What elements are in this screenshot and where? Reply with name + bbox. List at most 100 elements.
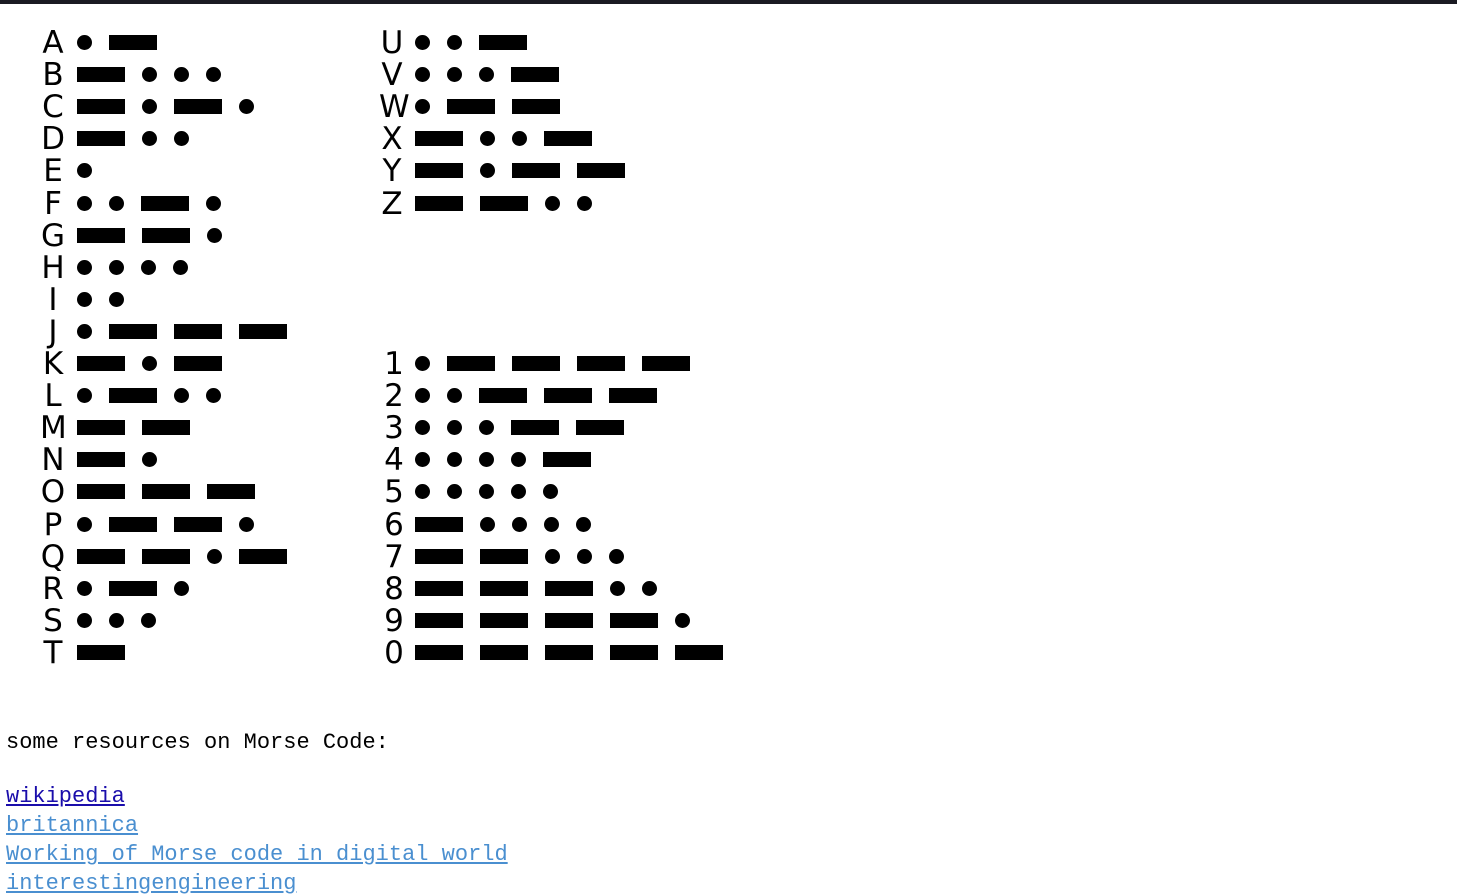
- dash-icon: [544, 131, 592, 147]
- dot-icon: [174, 580, 189, 596]
- morse-char-q: Q: [40, 538, 66, 575]
- morse-char-2: 2: [384, 378, 404, 415]
- dash-icon: [577, 163, 625, 179]
- dot-icon: [415, 484, 430, 500]
- dash-icon: [77, 548, 125, 564]
- dot-icon: [480, 516, 495, 532]
- dot-icon: [77, 195, 92, 211]
- dash-icon: [77, 484, 125, 500]
- morse-char-b: B: [42, 57, 64, 94]
- morse-char-6: 6: [384, 506, 404, 543]
- morse-char-a: A: [42, 25, 64, 61]
- dash-icon: [576, 420, 624, 436]
- dot-icon: [447, 388, 462, 404]
- dash-icon: [415, 548, 463, 564]
- dash-icon: [109, 516, 157, 532]
- dash-icon: [109, 580, 157, 596]
- dot-icon: [77, 35, 92, 50]
- morse-char-0: 0: [384, 634, 404, 671]
- dash-icon: [142, 420, 190, 436]
- link-interestingengineering[interactable]: interestingengineering: [6, 869, 508, 895]
- dot-icon: [447, 420, 462, 436]
- dot-icon: [207, 227, 222, 243]
- dot-icon: [77, 259, 92, 275]
- morse-char-u: U: [380, 25, 404, 61]
- dot-icon: [610, 580, 625, 596]
- dot-icon: [480, 131, 495, 147]
- dot-icon: [479, 484, 494, 500]
- dash-icon: [675, 644, 723, 660]
- dash-icon: [77, 131, 125, 147]
- dash-icon: [77, 67, 125, 83]
- dot-icon: [447, 35, 462, 50]
- dash-icon: [174, 99, 222, 115]
- dot-icon: [239, 516, 254, 532]
- dash-icon: [142, 484, 190, 500]
- morse-char-1: 1: [384, 346, 404, 382]
- dot-icon: [415, 420, 430, 436]
- dot-icon: [142, 67, 157, 83]
- dot-icon: [77, 580, 92, 596]
- resources-title: some resources on Morse Code:: [6, 730, 389, 755]
- dash-icon: [109, 35, 157, 50]
- dot-icon: [447, 67, 462, 83]
- dot-icon: [239, 99, 254, 115]
- dot-icon: [415, 452, 430, 468]
- dash-icon: [77, 99, 125, 115]
- dot-icon: [609, 548, 624, 564]
- morse-char-5: 5: [384, 474, 404, 511]
- dot-icon: [142, 452, 157, 468]
- dash-icon: [174, 516, 222, 532]
- dash-icon: [447, 356, 495, 371]
- dot-icon: [479, 420, 494, 436]
- dot-icon: [543, 484, 558, 500]
- dash-icon: [511, 67, 559, 83]
- dash-icon: [207, 484, 255, 500]
- morse-char-m: M: [40, 410, 67, 447]
- dot-icon: [109, 612, 124, 628]
- dot-icon: [142, 131, 157, 147]
- morse-char-3: 3: [384, 410, 404, 447]
- dot-icon: [642, 580, 657, 596]
- dash-icon: [480, 644, 528, 660]
- dash-icon: [415, 580, 463, 596]
- morse-char-d: D: [41, 121, 65, 158]
- dot-icon: [545, 195, 560, 211]
- dash-icon: [512, 163, 560, 179]
- dash-icon: [415, 131, 463, 147]
- dot-icon: [415, 356, 430, 371]
- dash-icon: [479, 388, 527, 404]
- dot-icon: [141, 259, 156, 275]
- dot-icon: [206, 195, 221, 211]
- dash-icon: [610, 612, 658, 628]
- morse-char-r: R: [42, 570, 64, 607]
- morse-char-k: K: [42, 346, 64, 382]
- dash-icon: [109, 323, 157, 339]
- dash-icon: [415, 163, 463, 179]
- morse-char-p: P: [43, 506, 63, 543]
- dot-icon: [479, 67, 494, 83]
- morse-char-c: C: [42, 89, 64, 126]
- dot-icon: [544, 516, 559, 532]
- link-wikipedia[interactable]: wikipedia: [6, 782, 508, 811]
- dash-icon: [415, 612, 463, 628]
- dash-icon: [109, 388, 157, 404]
- resources-section: some resources on Morse Code: wikipedia …: [6, 728, 508, 895]
- dash-icon: [545, 580, 593, 596]
- dot-icon: [109, 259, 124, 275]
- dot-icon: [577, 195, 592, 211]
- morse-char-h: H: [41, 249, 65, 286]
- dash-icon: [415, 644, 463, 660]
- dot-icon: [415, 99, 430, 115]
- dot-icon: [77, 163, 92, 179]
- morse-char-y: Y: [382, 153, 402, 190]
- dash-icon: [545, 612, 593, 628]
- morse-char-w: W: [379, 89, 410, 126]
- link-working-of-morse-code[interactable]: Working of Morse code in digital world: [6, 840, 508, 869]
- link-britannica[interactable]: britannica: [6, 811, 508, 840]
- dash-icon: [512, 356, 560, 371]
- dot-icon: [142, 99, 157, 115]
- dot-icon: [109, 195, 124, 211]
- dot-icon: [207, 548, 222, 564]
- dot-icon: [142, 356, 157, 371]
